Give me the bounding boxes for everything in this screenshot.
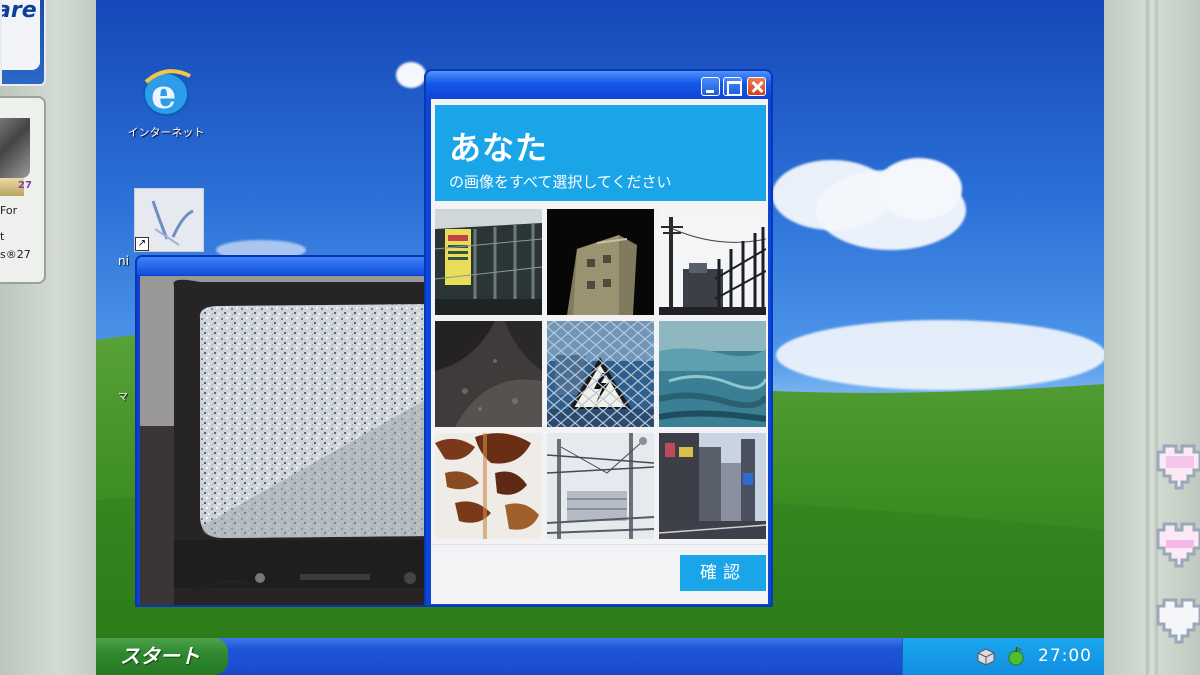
desktop-icon-label-fragment: マ [118,392,128,403]
captcha-window[interactable]: あなた の画像をすべて選択してください 確認 [424,69,773,607]
pixel-heart-icon [1156,444,1200,490]
captcha-tile-city-street[interactable] [659,433,766,539]
minimize-button[interactable] [701,77,720,96]
start-button[interactable]: スタート [96,638,228,675]
windows-sticker-line-3: s®27 [0,248,31,261]
window-titlebar[interactable] [426,71,771,99]
svg-text:e: e [151,71,176,118]
captcha-header: あなた の画像をすべて選択してください [435,105,766,201]
captcha-tile-high-voltage-sign[interactable] [547,321,654,427]
captcha-tile-fence-sign[interactable] [435,209,542,315]
windows-sticker-line-1: For [0,204,18,217]
captcha-tile-power-pole-fence[interactable] [659,209,766,315]
pixel-heart-icon [1156,598,1200,644]
captcha-tile-railway-lines[interactable] [547,433,654,539]
cube-icon[interactable] [977,648,995,666]
system-tray: 27:00 [902,638,1104,675]
tv-static-photo [140,276,432,605]
captcha-tile-water-surface[interactable] [659,321,766,427]
windows-sticker: 27 For t s®27 [0,96,46,284]
captcha-tile-rusty-metal[interactable] [435,433,542,539]
captcha-image-grid [435,209,768,539]
internet-explorer-label: インターネット [127,126,205,139]
apple-icon[interactable] [1007,646,1025,666]
shortcut-arrow-icon: ↗ [135,237,149,251]
verify-button[interactable]: 確認 [680,555,766,591]
captcha-title: あなた [449,129,549,167]
captcha-footer: 確認 [431,544,768,604]
internet-explorer-desktop-icon[interactable]: e インターネット [126,64,206,140]
clock: 27:00 [1038,646,1092,666]
windows-sticker-number: 27 [18,180,32,191]
window-titlebar[interactable] [137,257,433,275]
intel-sticker: are [0,0,46,86]
captcha-tile-dark-ground[interactable] [435,321,542,427]
taskbar: スタート 27:00 [96,638,1104,675]
monitor-bezel-right [1104,0,1200,675]
captcha-body: あなた の画像をすべて選択してください 確認 [431,99,768,604]
file-shortcut-icon[interactable]: ↗ [134,188,204,252]
intel-sticker-text: are [0,0,37,23]
pixel-heart-icon [1156,522,1200,568]
close-button[interactable] [747,77,766,96]
captcha-tile-dark-building[interactable] [547,209,654,315]
windows-sticker-line-2: t [0,230,5,243]
maximize-button[interactable] [723,77,742,96]
internet-explorer-icon: e [143,69,191,118]
screen: are 27 For t s®27 e インターネット ↗ ni マ あなた の… [0,0,1200,675]
captcha-instructions: の画像をすべて選択してください [449,173,672,191]
desktop-icon-label-fragment: ni [118,254,129,268]
tv-static-window[interactable] [135,255,435,607]
